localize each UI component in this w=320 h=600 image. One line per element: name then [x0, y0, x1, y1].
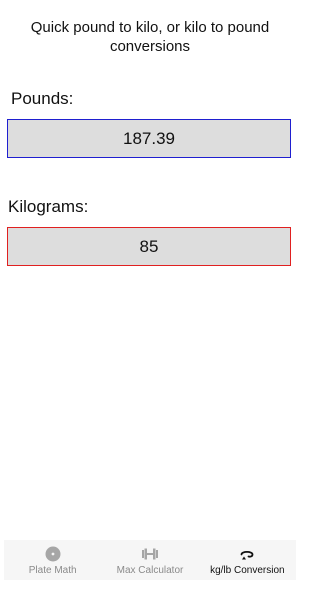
tab-max-calculator[interactable]: Max Calculator: [101, 540, 198, 580]
conversion-icon: [240, 550, 254, 560]
plate-icon: [45, 546, 61, 562]
tab-kg-lb-conversion[interactable]: kg/lb Conversion: [199, 540, 296, 580]
tab-plate-math[interactable]: Plate Math: [4, 540, 101, 580]
dumbbell-icon: [141, 548, 158, 560]
kilograms-input[interactable]: [7, 227, 291, 266]
intro-text: Quick pound to kilo, or kilo to pound co…: [30, 19, 270, 55]
kilograms-label: Kilograms:: [8, 197, 89, 216]
pounds-input[interactable]: [7, 119, 291, 158]
bottom-tab-bar: Plate Math Max Calculator kg/lb Conversi…: [4, 540, 296, 580]
pounds-label: Pounds:: [11, 89, 74, 108]
tab-kg-lb-conversion-label: kg/lb Conversion: [210, 565, 285, 576]
tab-plate-math-label: Plate Math: [28, 565, 77, 576]
tab-max-calculator-label: Max Calculator: [116, 565, 184, 576]
